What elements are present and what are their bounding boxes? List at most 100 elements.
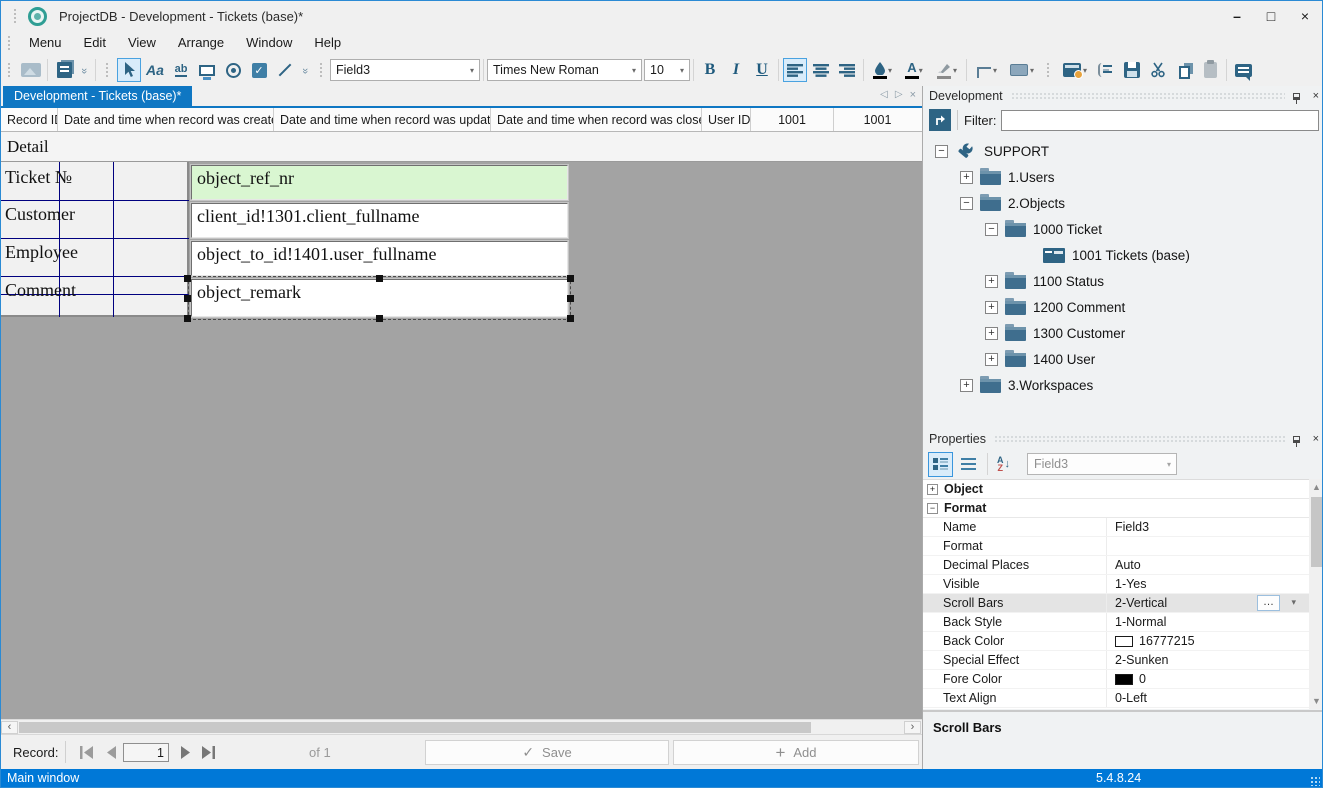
shape-rect-button[interactable]: ▾ (1005, 58, 1039, 82)
property-row-scroll-bars[interactable]: Scroll Bars 2-Vertical … ▾ (923, 594, 1310, 613)
add-record-button[interactable]: + Add (673, 740, 919, 765)
collapse-expander-icon[interactable]: − (960, 197, 973, 210)
tree-item-1200-comment[interactable]: + 1200 Comment (923, 294, 1323, 320)
sort-alphabetical-button[interactable]: AZ ↓ (991, 452, 1016, 477)
resize-grip[interactable] (1310, 776, 1320, 786)
comment-tool-button[interactable] (1231, 58, 1255, 82)
property-row-special-effect[interactable]: Special Effect 2-Sunken (923, 651, 1310, 670)
field-user-fullname[interactable]: object_to_id!1401.user_fullname (191, 241, 568, 276)
field-selector-combo[interactable]: Field3 ▾ (330, 59, 480, 81)
property-row-visible[interactable]: Visible 1-Yes (923, 575, 1310, 594)
image-tool-button[interactable] (19, 58, 43, 82)
expand-expander-icon[interactable]: + (985, 327, 998, 340)
next-record-button[interactable] (175, 743, 195, 761)
column-header-created[interactable]: Date and time when record was created (58, 108, 274, 131)
combobox-tool-button[interactable] (195, 58, 219, 82)
labels-grid[interactable]: Ticket № Customer Employee Comment (1, 162, 189, 317)
property-value[interactable]: Auto (1107, 558, 1310, 572)
goto-object-button[interactable] (929, 109, 951, 131)
column-header-updated[interactable]: Date and time when record was updated (274, 108, 491, 131)
property-group-format[interactable]: − Format (923, 499, 1310, 518)
column-header-user-id[interactable]: User ID (702, 108, 751, 131)
selection-handle-ne[interactable] (567, 275, 574, 282)
property-row-format[interactable]: Format (923, 537, 1310, 556)
close-pane-icon[interactable]: × (1313, 90, 1319, 102)
form-label-ticket[interactable]: Ticket № (5, 167, 72, 188)
first-record-button[interactable] (77, 743, 97, 761)
selection-handle-w[interactable] (184, 295, 191, 302)
expand-expander-icon[interactable]: + (960, 171, 973, 184)
tree-item-objects[interactable]: − 2.Objects (923, 190, 1323, 216)
font-color-button[interactable]: A ▾ (900, 58, 930, 82)
paste-button[interactable] (1198, 58, 1222, 82)
save-record-button[interactable]: ✓ Save (425, 740, 669, 765)
tree-item-users[interactable]: + 1.Users (923, 164, 1323, 190)
align-right-button[interactable] (835, 58, 859, 82)
toolbar-overflow-button[interactable]: » (78, 58, 91, 82)
field-client-fullname[interactable]: client_id!1301.client_fullname (191, 203, 568, 238)
column-header-1001-a[interactable]: 1001 (751, 108, 834, 131)
tab-scroll-right-icon[interactable]: ▷ (895, 89, 903, 101)
detail-band-header[interactable]: Detail (1, 132, 922, 162)
form-label-comment[interactable]: Comment (5, 280, 76, 301)
categorized-view-button[interactable] (928, 452, 953, 477)
property-row-back-color[interactable]: Back Color 16777215 (923, 632, 1310, 651)
property-value[interactable]: 1-Yes (1107, 577, 1310, 591)
textbox-tool-button[interactable]: ab (169, 58, 193, 82)
previous-record-button[interactable] (101, 743, 121, 761)
property-row-fore-color[interactable]: Fore Color 0 (923, 670, 1310, 689)
tree-item-1300-customer[interactable]: + 1300 Customer (923, 320, 1323, 346)
tab-close-icon[interactable]: × (910, 89, 916, 101)
pin-icon[interactable] (1293, 93, 1300, 100)
pin-icon[interactable] (1293, 436, 1300, 443)
vscroll-thumb[interactable] (1311, 497, 1322, 567)
tab-development-tickets[interactable]: Development - Tickets (base)* (3, 86, 192, 106)
selection-handle-sw[interactable] (184, 315, 191, 322)
column-header-1001-b[interactable]: 1001 (834, 108, 921, 131)
close-pane-icon[interactable]: × (1313, 433, 1319, 445)
outline-group-button[interactable] (1094, 58, 1118, 82)
property-group-object[interactable]: + Object (923, 480, 1310, 499)
selection-handle-n[interactable] (376, 275, 383, 282)
highlight-button[interactable]: ▾ (932, 58, 962, 82)
scroll-left-icon[interactable]: ‹ (1, 721, 18, 734)
menu-item-view[interactable]: View (117, 33, 167, 52)
property-value[interactable]: 2-Sunken (1107, 653, 1310, 667)
menu-item-help[interactable]: Help (303, 33, 352, 52)
record-number-input[interactable] (123, 743, 169, 762)
scroll-right-icon[interactable]: › (904, 721, 921, 734)
filter-input[interactable] (1001, 110, 1319, 131)
checkbox-tool-button[interactable]: ✓ (247, 58, 271, 82)
form-window-button[interactable]: ▾ (1058, 58, 1092, 82)
maximize-button[interactable]: □ (1254, 1, 1288, 31)
expand-expander-icon[interactable]: + (985, 353, 998, 366)
border-corner-button[interactable]: ▾ (971, 58, 1003, 82)
expand-expander-icon[interactable]: + (960, 379, 973, 392)
property-value[interactable]: Field3 (1107, 520, 1310, 534)
menu-item-edit[interactable]: Edit (73, 33, 117, 52)
form-label-customer[interactable]: Customer (5, 204, 75, 225)
tree-item-1100-status[interactable]: + 1100 Status (923, 268, 1323, 294)
tree-item-1001-tickets-base[interactable]: 1001 Tickets (base) (923, 242, 1323, 268)
selection-handle-se[interactable] (567, 315, 574, 322)
bold-button[interactable]: B (698, 58, 722, 82)
align-center-button[interactable] (809, 58, 833, 82)
form-label-employee[interactable]: Employee (5, 242, 78, 263)
collapse-expander-icon[interactable]: − (927, 503, 938, 514)
list-view-button[interactable] (956, 452, 981, 477)
expand-expander-icon[interactable]: + (985, 275, 998, 288)
menu-item-window[interactable]: Window (235, 33, 303, 52)
scroll-up-icon[interactable]: ▲ (1309, 479, 1323, 495)
font-family-combo[interactable]: Times New Roman ▾ (487, 59, 642, 81)
form-design-canvas[interactable]: Ticket № Customer Employee Comment objec… (1, 162, 922, 719)
expand-expander-icon[interactable]: + (927, 484, 938, 495)
property-value[interactable]: 0-Left (1107, 691, 1310, 705)
hscroll-thumb[interactable] (19, 722, 811, 733)
tree-item-1400-user[interactable]: + 1400 User (923, 346, 1323, 372)
property-row-name[interactable]: Name Field3 (923, 518, 1310, 537)
tab-scroll-left-icon[interactable]: ◁ (880, 89, 888, 101)
fill-color-button[interactable]: ▾ (868, 58, 898, 82)
scroll-down-icon[interactable]: ▼ (1309, 693, 1323, 709)
cut-button[interactable] (1146, 58, 1170, 82)
line-tool-button[interactable] (273, 58, 297, 82)
